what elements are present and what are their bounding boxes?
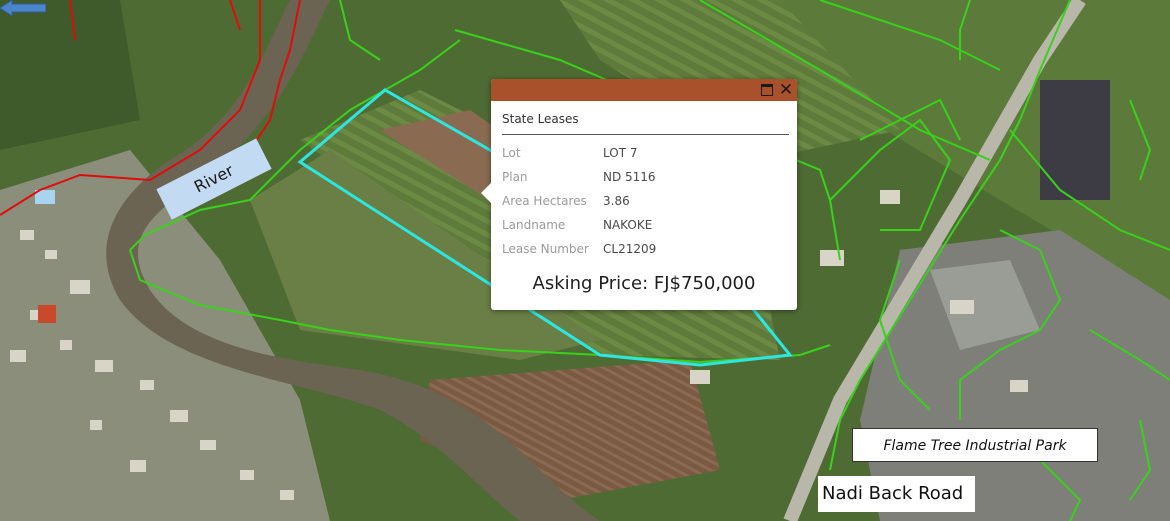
attribute-row-area: Area Hectares 3.86 (502, 189, 656, 213)
feature-popup: ✕ State Leases Lot LOT 7 Plan ND 5116 Ar… (481, 79, 797, 310)
attribute-key: Lease Number (502, 242, 589, 256)
attribute-value: 3.86 (603, 194, 630, 208)
attribute-key: Lot (502, 146, 521, 160)
asking-price: Asking Price: FJ$750,000 (532, 273, 756, 294)
popup-title: State Leases (502, 112, 579, 126)
attribute-value: NAKOKE (603, 218, 653, 232)
attribute-value: LOT 7 (603, 146, 638, 160)
attribute-row-lease-number: Lease Number CL21209 (502, 237, 656, 261)
attribute-row-lot: Lot LOT 7 (502, 141, 656, 165)
industrial-park-label: Flame Tree Industrial Park (852, 428, 1098, 462)
attribute-key: Plan (502, 170, 528, 184)
popup-header: ✕ (491, 79, 797, 101)
popup-pointer (481, 183, 491, 203)
maximize-icon[interactable] (759, 79, 775, 101)
close-icon[interactable]: ✕ (778, 79, 794, 101)
attribute-row-plan: Plan ND 5116 (502, 165, 656, 189)
attribute-value: ND 5116 (603, 170, 656, 184)
attribute-table: Lot LOT 7 Plan ND 5116 Area Hectares 3.8… (502, 141, 656, 261)
attribute-key: Area Hectares (502, 194, 587, 208)
attribute-key: Landname (502, 218, 566, 232)
arrow-left-icon (0, 0, 46, 16)
attribute-row-landname: Landname NAKOKE (502, 213, 656, 237)
attribute-value: CL21209 (603, 242, 657, 256)
satellite-map[interactable]: River Flame Tree Industrial Park Nadi Ba… (0, 0, 1170, 521)
popup-divider (502, 134, 789, 135)
road-label: Nadi Back Road (818, 476, 975, 512)
